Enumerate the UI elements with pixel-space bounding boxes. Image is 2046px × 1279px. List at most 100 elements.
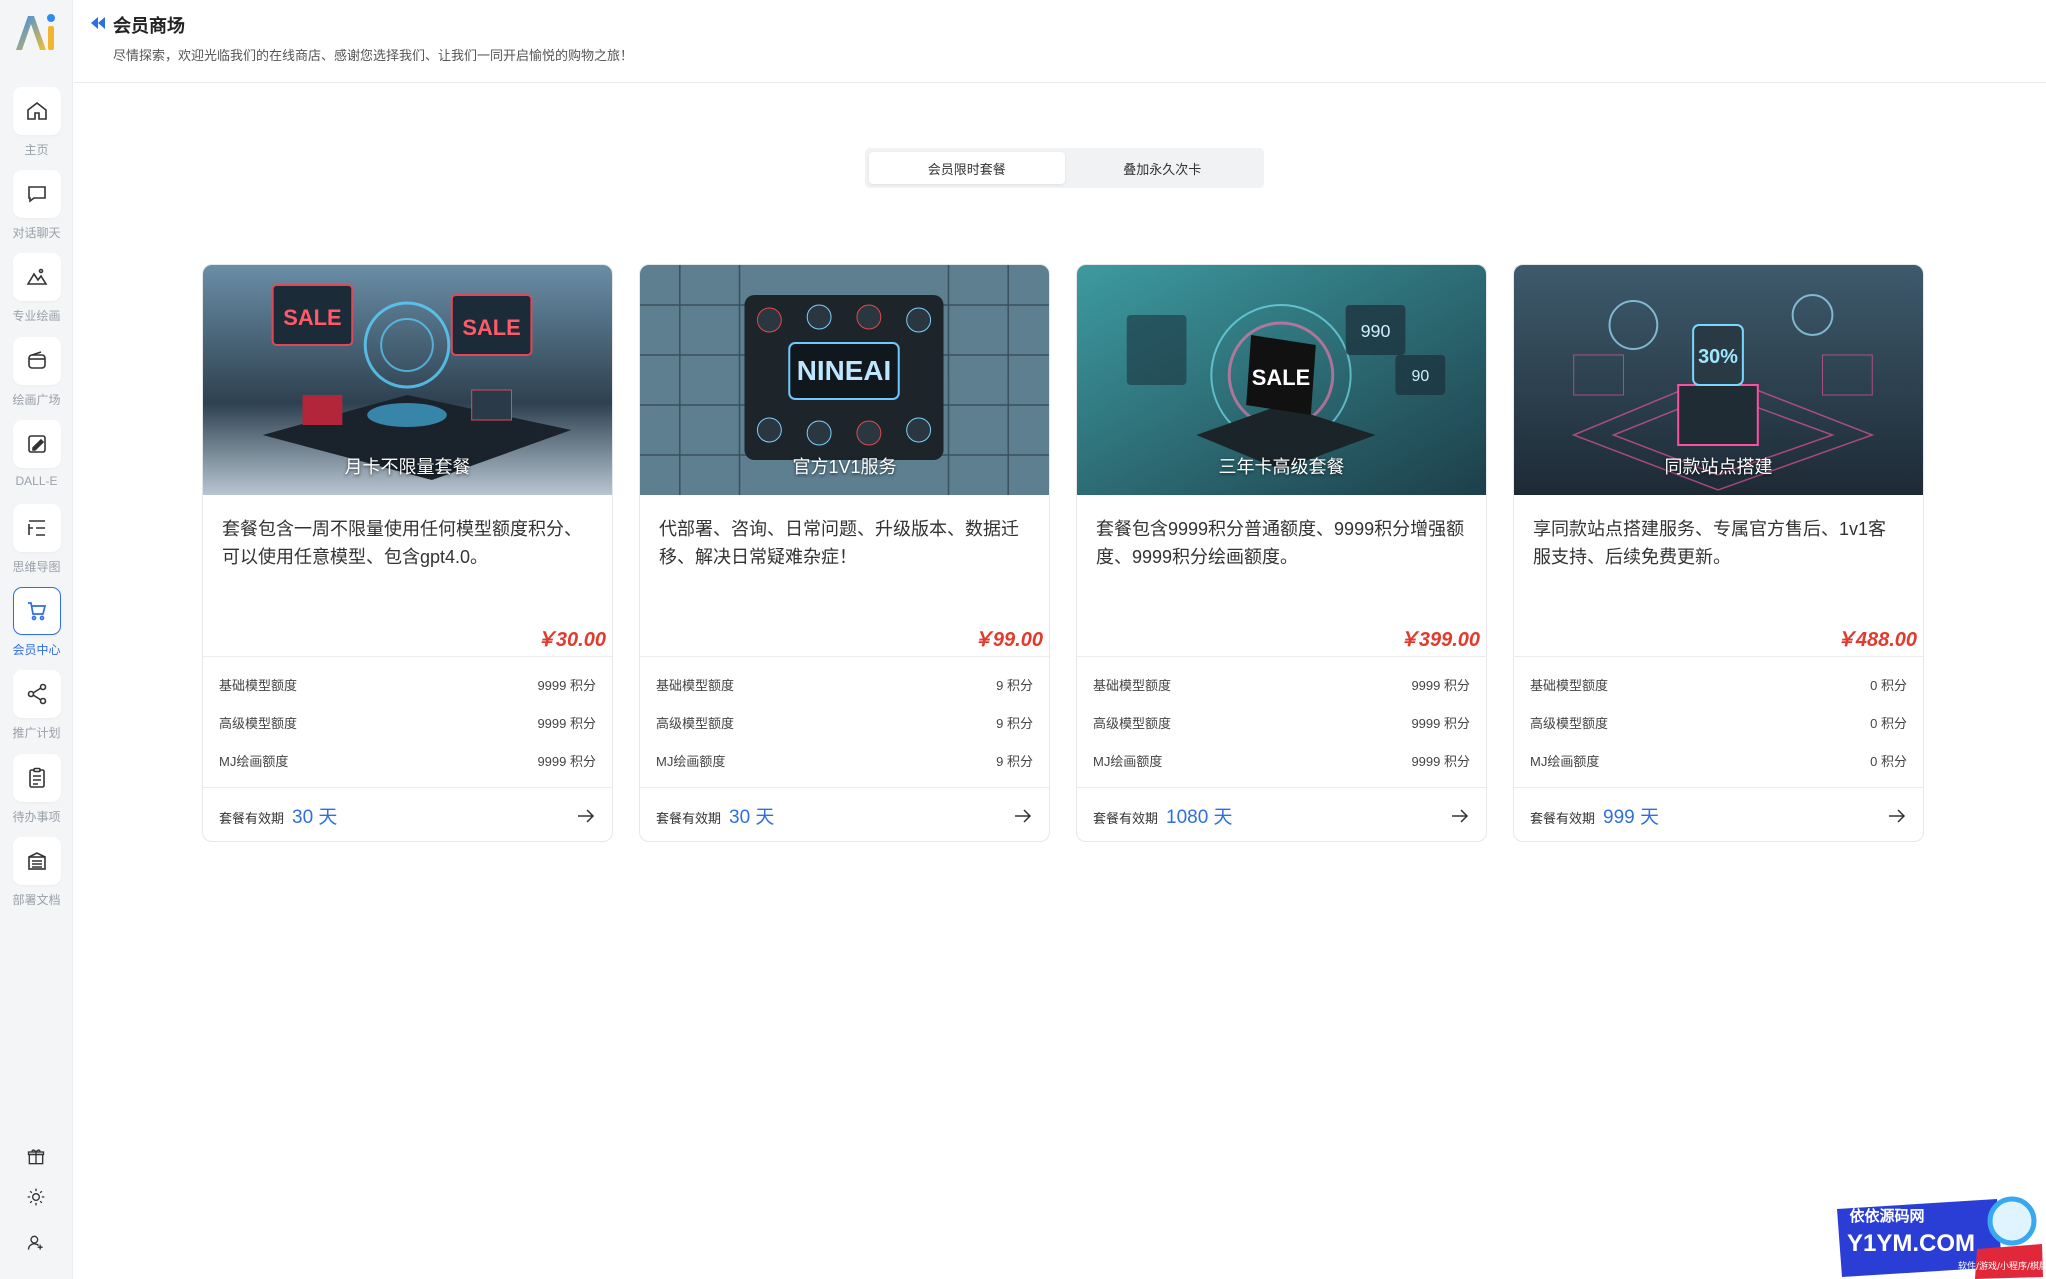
plan-stats: 基础模型额度 9 积分 高级模型额度 9 积分 MJ绘画额度 9 积分 <box>640 656 1049 788</box>
arrow-right-icon[interactable] <box>1013 808 1033 824</box>
stat-label: 高级模型额度 <box>1530 715 1609 731</box>
page-header: 会员商场 尽情探索，欢迎光临我们的在线商店、感谢您选择我们、让我们一同开启愉悦的… <box>74 0 2046 83</box>
stat-row: 基础模型额度 9999 积分 <box>219 665 596 703</box>
stat-row: MJ绘画额度 9999 积分 <box>219 741 596 779</box>
plan-price: ￥399.00 <box>1398 629 1480 651</box>
stat-value: 9999 积分 <box>1411 753 1470 769</box>
watermark-line1: 依依源码网 <box>1849 1207 1924 1225</box>
stat-row: 基础模型额度 9 积分 <box>656 665 1033 703</box>
stat-value: 0 积分 <box>1870 715 1907 731</box>
stat-value: 9999 积分 <box>537 753 596 769</box>
stat-label: 高级模型额度 <box>656 715 735 731</box>
validity-days: 30 天 <box>292 807 338 828</box>
plan-card-image-title: 月卡不限量套餐 <box>344 457 471 477</box>
plan-price: ￥488.00 <box>1835 629 1917 651</box>
arrow-right-icon[interactable] <box>1450 808 1470 824</box>
plan-stats: 基础模型额度 9999 积分 高级模型额度 9999 积分 MJ绘画额度 999… <box>203 656 612 788</box>
sidebar-item-chat[interactable]: 对话聊天 <box>0 170 73 241</box>
stat-label: MJ绘画额度 <box>656 753 726 769</box>
plan-card[interactable]: SALE SALE 月卡不限量套餐 套餐包含一周不限量使用任何模型额度积分、可以… <box>202 264 613 842</box>
svg-text:SALE: SALE <box>283 305 341 330</box>
sidebar-item-label: 主页 <box>24 143 49 157</box>
stat-label: 高级模型额度 <box>219 715 298 731</box>
stat-label: 基础模型额度 <box>656 677 735 693</box>
stat-value: 9 积分 <box>996 715 1033 731</box>
plan-stats: 基础模型额度 0 积分 高级模型额度 0 积分 MJ绘画额度 0 积分 <box>1514 656 1923 788</box>
tab-limited-plans[interactable]: 会员限时套餐 <box>869 152 1065 184</box>
svg-text:NINEAI: NINEAI <box>797 355 891 386</box>
plan-price: ￥30.00 <box>535 629 606 651</box>
stat-value: 0 积分 <box>1870 677 1907 693</box>
stat-value: 9999 积分 <box>537 715 596 731</box>
sidebar-item-label: 待办事项 <box>12 810 61 824</box>
stat-row: 高级模型额度 9999 积分 <box>219 703 596 741</box>
sidebar-item-label: 思维导图 <box>12 560 61 574</box>
stat-row: 基础模型额度 0 积分 <box>1530 665 1907 703</box>
sidebar-item-home[interactable]: 主页 <box>0 87 73 158</box>
plan-card[interactable]: SALE 990 90 三年卡高级套餐 套餐包含9999积分普通额度、9999积… <box>1076 264 1487 842</box>
validity-days: 30 天 <box>729 807 775 828</box>
sidebar: 主页 对话聊天 专业绘画 绘画广场 DALL-E 思维导图 会员中心 推广计划 … <box>0 0 73 1279</box>
back-icon[interactable] <box>90 16 106 30</box>
edit-image-icon <box>12 420 61 468</box>
sidebar-item-painting[interactable]: 专业绘画 <box>0 253 73 324</box>
validity-days: 999 天 <box>1603 807 1659 828</box>
sidebar-item-label: 绘画广场 <box>12 393 61 407</box>
user-add-icon[interactable] <box>24 1231 48 1255</box>
stat-value: 9999 积分 <box>1411 677 1470 693</box>
arrow-right-icon[interactable] <box>576 808 596 824</box>
stat-value: 9 积分 <box>996 753 1033 769</box>
arrow-right-icon[interactable] <box>1887 808 1907 824</box>
sidebar-item-referral[interactable]: 推广计划 <box>0 670 73 741</box>
page-title: 会员商场 <box>113 16 185 36</box>
plan-description: 套餐包含9999积分普通额度、9999积分增强额度、9999积分绘画额度。 <box>1096 519 1465 567</box>
sidebar-item-gallery[interactable]: 绘画广场 <box>0 337 73 408</box>
plan-description: 享同款站点搭建服务、专属官方售后、1v1客服支持、后续免费更新。 <box>1533 519 1887 567</box>
validity-label: 套餐有效期 <box>219 811 285 826</box>
sidebar-item-member-center[interactable]: 会员中心 <box>0 587 73 658</box>
sidebar-item-dalle[interactable]: DALL-E <box>0 420 73 488</box>
sidebar-item-label: 专业绘画 <box>12 309 61 323</box>
stat-value: 9 积分 <box>996 677 1033 693</box>
watermark-line2: Y1YM.COM <box>1847 1230 1975 1257</box>
stat-row: MJ绘画额度 9 积分 <box>656 741 1033 779</box>
plan-footer: 套餐有效期 30 天 <box>203 788 612 841</box>
plan-footer: 套餐有效期 30 天 <box>640 788 1049 841</box>
plan-card-image-title: 官方1V1服务 <box>792 457 897 477</box>
image-icon <box>12 253 61 301</box>
plan-card-image: NINEAI 官方1V1服务 <box>640 265 1049 495</box>
sidebar-item-docs[interactable]: 部署文档 <box>0 837 73 908</box>
sidebar-item-label: 部署文档 <box>12 893 61 907</box>
stat-row: 高级模型额度 0 积分 <box>1530 703 1907 741</box>
clipboard-icon <box>12 754 61 802</box>
sidebar-item-todo[interactable]: 待办事项 <box>0 754 73 825</box>
svg-text:90: 90 <box>1411 368 1429 385</box>
plan-tabs: 会员限时套餐 叠加永久次卡 <box>865 148 1264 188</box>
tab-permanent-cards[interactable]: 叠加永久次卡 <box>1065 152 1261 184</box>
app-logo[interactable] <box>12 10 60 54</box>
plan-card-image: SALE SALE 月卡不限量套餐 <box>203 265 612 495</box>
plan-card-image-title: 同款站点搭建 <box>1664 457 1773 477</box>
sidebar-item-label: 会员中心 <box>12 643 61 657</box>
stat-row: MJ绘画额度 9999 积分 <box>1093 741 1470 779</box>
stat-value: 9999 积分 <box>537 677 596 693</box>
validity-label: 套餐有效期 <box>1530 811 1596 826</box>
plan-stats: 基础模型额度 9999 积分 高级模型额度 9999 积分 MJ绘画额度 999… <box>1077 656 1486 788</box>
page-subtitle: 尽情探索，欢迎光临我们的在线商店、感谢您选择我们、让我们一同开启愉悦的购物之旅！ <box>113 48 634 63</box>
cart-icon <box>12 587 61 635</box>
gift-icon[interactable] <box>24 1145 48 1169</box>
stat-value: 9999 积分 <box>1411 715 1470 731</box>
validity-label: 套餐有效期 <box>1093 811 1159 826</box>
sidebar-item-label: 对话聊天 <box>12 226 61 240</box>
plan-card[interactable]: NINEAI 官方1V1服务 代部署、咨询、日常问题、升级版本、数据迁移、解决日… <box>639 264 1050 842</box>
plan-card[interactable]: 30% 同款站点搭建 享同款站点搭建服务、专属官方售后、1v1客服支持、后续免费… <box>1513 264 1924 842</box>
sun-icon[interactable] <box>24 1185 48 1209</box>
plan-card-image: SALE 990 90 三年卡高级套餐 <box>1077 265 1486 495</box>
sidebar-item-mindmap[interactable]: 思维导图 <box>0 504 73 575</box>
svg-text:30%: 30% <box>1698 346 1738 368</box>
sidebar-item-label: 推广计划 <box>12 726 61 740</box>
plan-card-image: 30% 同款站点搭建 <box>1514 265 1923 495</box>
plan-description: 代部署、咨询、日常问题、升级版本、数据迁移、解决日常疑难杂症！ <box>659 519 1019 567</box>
stat-label: 基础模型额度 <box>219 677 298 693</box>
mindmap-icon <box>12 504 61 552</box>
